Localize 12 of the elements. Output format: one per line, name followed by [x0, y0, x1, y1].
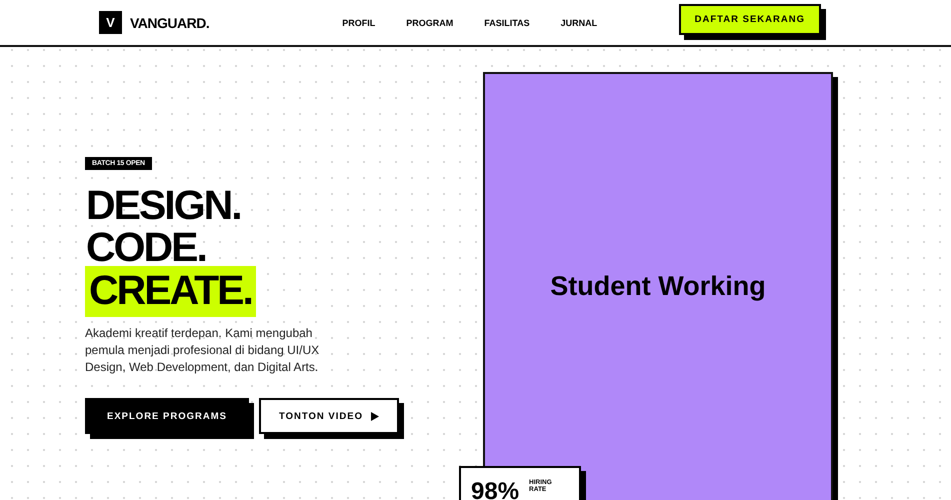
- nav-link[interactable]: PROGRAM: [406, 18, 454, 28]
- headline-line: CODE.: [85, 226, 207, 268]
- play-icon: [370, 412, 379, 420]
- logo-text: VANGUARD.: [130, 14, 210, 30]
- hero-description: Akademi kreatif terdepan. Kami mengubah pemula menjadi profesional di bidang UI/UX Design, Web Development, dan Digital Arts.: [85, 325, 320, 376]
- nav-link[interactable]: FASILITAS: [484, 18, 530, 28]
- stat-value: 98%: [471, 478, 520, 500]
- headline-line: DESIGN.: [85, 184, 242, 226]
- logo-mark: V: [99, 11, 122, 34]
- nav-link[interactable]: JURNAL: [560, 18, 598, 28]
- nav-link[interactable]: PROFIL: [342, 18, 376, 28]
- image-caption: Student Working: [550, 271, 766, 302]
